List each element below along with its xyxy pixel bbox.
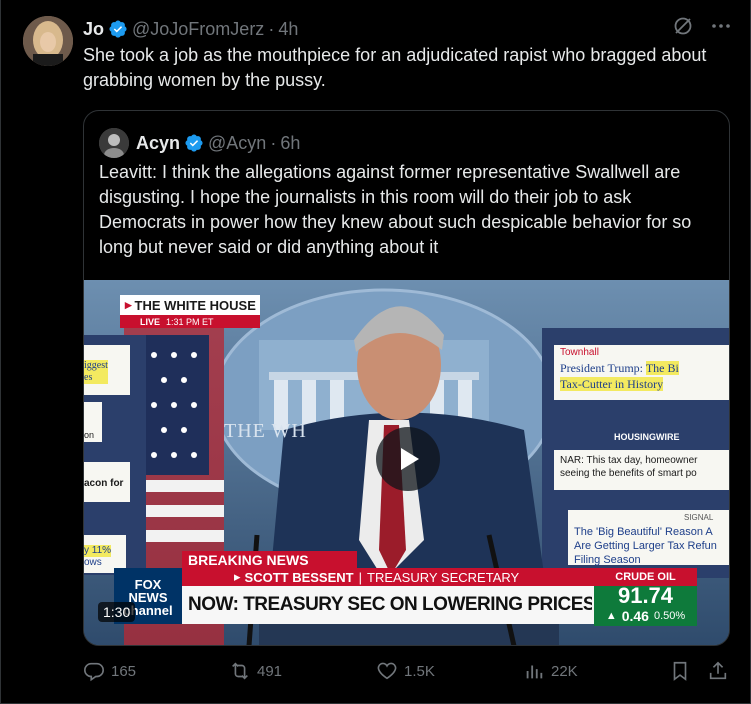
right-screen-text: President Trump: (560, 361, 644, 375)
views-button[interactable]: 22K (523, 660, 578, 682)
location-arrow-icon: ▸ (125, 297, 132, 312)
left-screen-line: ows (84, 557, 102, 568)
left-screen-text-1: iggest es (84, 360, 108, 384)
reply-icon (84, 662, 104, 682)
like-count: 1.5K (404, 662, 435, 680)
grok-icon-shape (674, 17, 692, 35)
chyron-name: SCOTT BESSENT (244, 569, 354, 585)
repost-icon (232, 662, 248, 680)
reply-button[interactable]: 165 (83, 660, 136, 682)
left-screen-line: on (84, 430, 95, 440)
right-screen-source-3: SIGNAL (684, 513, 714, 522)
grok-icon[interactable] (672, 15, 694, 37)
more-options-icon[interactable] (710, 15, 732, 37)
bookmark-button[interactable] (669, 660, 691, 682)
podium-seal-text: THE WH (224, 420, 307, 442)
video-player[interactable]: ▸ THE WHITE HOUSE LIVE 1:31 PM ET iggest… (84, 280, 729, 645)
heart-icon (377, 662, 397, 680)
live-label: LIVE 1:31 PM ET (120, 315, 260, 328)
right-screen-headline-3: The 'Big Beautiful' Reason A Are Getting… (574, 525, 729, 567)
chyron-headline: NOW: TREASURY SEC ON LOWERING PRICES FOR… (188, 594, 592, 615)
tweet-card[interactable]: Jo @JoJoFromJerz · 4h She took a job as … (0, 0, 751, 704)
quoted-author-handle[interactable]: @Acyn (208, 133, 266, 154)
video-duration: 1:30 (98, 602, 136, 622)
author-name[interactable]: Jo (83, 19, 104, 40)
right-screen-text: Filing Season (574, 554, 641, 566)
chyron-name-bar: ▸ SCOTT BESSENT | TREASURY SECRETARY (234, 568, 519, 586)
avatar-image (23, 16, 73, 66)
ticker-change: 0.46 (621, 608, 649, 624)
left-screen-line: acon for (84, 478, 124, 489)
tweet-header: Jo @JoJoFromJerz · 4h (83, 16, 730, 42)
reply-count: 165 (111, 662, 137, 680)
right-screen-headline-2: NAR: This tax day, homeowner seeing the … (560, 454, 729, 480)
play-button[interactable] (376, 427, 440, 491)
separator: · (268, 18, 275, 39)
live-text: LIVE (140, 316, 161, 327)
right-screen-text: The Bi (645, 361, 679, 375)
more-dots-shape (712, 24, 730, 28)
quoted-header: Acyn @Acyn · 6h (99, 128, 300, 158)
quoted-separator: · (270, 132, 277, 153)
author-handle[interactable]: @JoJoFromJerz (132, 19, 264, 40)
right-screen-text: seeing the benefits of smart po (560, 468, 697, 479)
like-button[interactable]: 1.5K (376, 660, 435, 682)
right-screen-text: Are Getting Larger Tax Refun (574, 540, 717, 552)
views-count: 22K (551, 662, 578, 680)
tweet-time[interactable]: 4h (278, 19, 298, 40)
chyron-arrow-icon: ▸ (234, 569, 241, 584)
repost-count: 491 (257, 662, 283, 680)
header-actions (672, 15, 732, 37)
right-screen-source-1: Townhall (560, 347, 599, 358)
tweet-text: She took a job as the mouthpiece for an … (83, 45, 707, 90)
views-icon (526, 665, 543, 679)
share-icon (709, 661, 727, 680)
location-label: ▸ THE WHITE HOUSE (120, 295, 260, 315)
ticker-up-icon: ▲ (605, 610, 617, 622)
live-time: 1:31 PM ET (166, 316, 214, 327)
repost-button[interactable]: 491 (229, 660, 282, 682)
left-screen-line: iggest (84, 360, 108, 372)
quoted-avatar-image (99, 128, 129, 158)
right-screen-text: Tax-Cutter in History (560, 377, 664, 391)
right-screen-headline-1: President Trump: The Bi Tax-Cutter in Hi… (560, 360, 729, 392)
left-screen-line: es (84, 372, 108, 384)
right-screen-source-2: HOUSINGWIRE (614, 432, 680, 442)
share-button[interactable] (707, 660, 729, 682)
left-screen-line: y 11% (84, 545, 112, 557)
quoted-tweet[interactable]: Acyn @Acyn · 6h Leavitt: I think the all… (83, 110, 730, 646)
right-screen-text: NAR: This tax day, homeowner (560, 455, 698, 466)
chyron-title: TREASURY SECRETARY (367, 569, 520, 585)
quoted-avatar[interactable] (99, 128, 129, 158)
quoted-author-name[interactable]: Acyn (136, 133, 180, 154)
quoted-time[interactable]: 6h (280, 133, 300, 154)
ticker-change-row: ▲ 0.46 0.50% (594, 608, 697, 624)
ticker-pct: 0.50% (653, 610, 686, 622)
ticker-value: 91.74 (617, 583, 674, 608)
play-icon (401, 448, 419, 470)
right-screen-text: The 'Big Beautiful' Reason A (574, 526, 713, 538)
breaking-news-label: BREAKING NEWS (188, 551, 309, 568)
chyron-divider: | (358, 569, 362, 585)
author-avatar[interactable] (23, 16, 73, 66)
quoted-verified-badge-icon[interactable] (184, 133, 204, 153)
tweet-actions: 165 491 1.5K 22K (83, 660, 733, 686)
location-text: THE WHITE HOUSE (134, 297, 256, 313)
left-screen-text-3: y 11% ows (84, 545, 112, 569)
verified-badge-icon[interactable] (108, 19, 128, 39)
quoted-text: Leavitt: I think the allegations against… (99, 162, 692, 257)
bookmark-icon (673, 661, 687, 681)
